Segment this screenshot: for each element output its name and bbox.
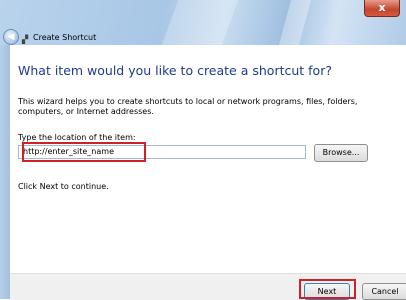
- location-input-highlight: [22, 142, 146, 162]
- shortcut-wizard-icon: ▞: [22, 35, 29, 44]
- close-icon: x: [378, 1, 386, 14]
- cancel-button[interactable]: Cancel: [362, 283, 406, 300]
- window-frame-left: [0, 45, 10, 299]
- page-heading: What item would you like to create a sho…: [18, 63, 332, 78]
- close-button[interactable]: x: [364, 0, 400, 17]
- window-title: Create Shortcut: [33, 33, 97, 42]
- continue-hint: Click Next to continue.: [18, 182, 109, 191]
- title-bar: x ◀ ▞ Create Shortcut: [0, 0, 406, 45]
- location-label: Type the location of the item:: [18, 133, 136, 142]
- wizard-description: This wizard helps you to create shortcut…: [18, 97, 358, 116]
- back-arrow-icon: ◀: [7, 32, 15, 42]
- title-bar-glass: [278, 0, 312, 45]
- browse-button[interactable]: Browse...: [314, 144, 368, 162]
- title-bar-glass: [161, 0, 239, 45]
- back-button[interactable]: ◀: [3, 29, 19, 45]
- wizard-content: What item would you like to create a sho…: [10, 45, 406, 273]
- next-button-highlight: [299, 279, 356, 299]
